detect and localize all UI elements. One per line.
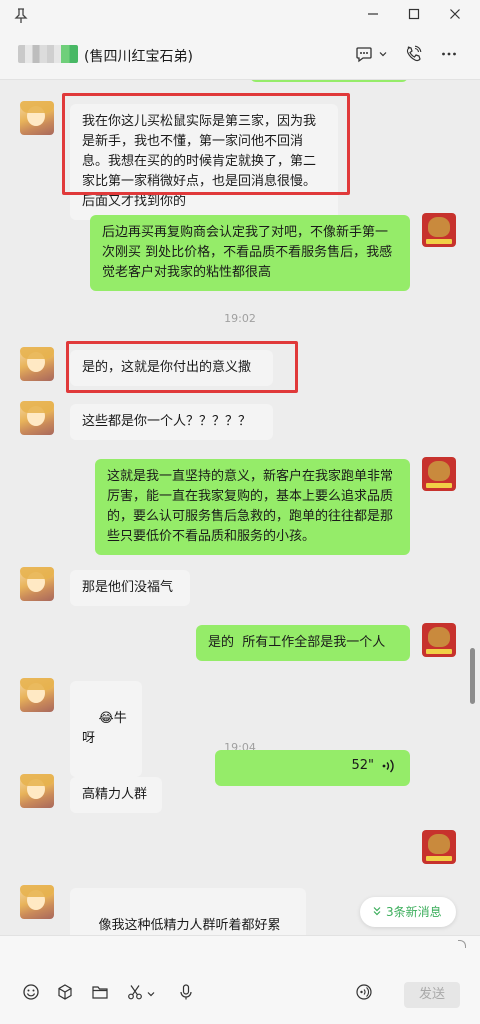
emoji-icon[interactable] [20,983,42,1005]
composer: 发送 [0,935,480,1024]
chat-bubble-icon[interactable] [355,45,373,67]
phone-call-icon[interactable] [404,45,422,67]
contact-avatar[interactable] [20,678,54,712]
contact-name-blurred [18,45,78,63]
message-bubble[interactable]: 高精力人群 [70,777,162,813]
voice-duration: 52" [351,758,374,773]
microphone-icon[interactable] [175,983,197,1005]
message-text: 像我这种低精力人群听着都好累 [98,918,281,933]
contact-avatar[interactable] [20,401,54,435]
contact-avatar[interactable] [20,567,54,601]
pin-icon[interactable] [14,8,28,24]
my-avatar[interactable] [422,457,456,491]
close-button[interactable] [444,7,466,27]
favorites-box-icon[interactable] [54,983,76,1005]
message-bubble[interactable]: 是的 所有工作全部是我一个人 [196,625,410,661]
contact-avatar[interactable] [20,101,54,135]
more-options-icon[interactable] [440,45,458,67]
contact-avatar[interactable] [20,885,54,919]
message-input[interactable] [10,938,470,978]
double-chevron-down-icon [372,898,382,928]
timestamp: 19:02 [224,312,256,325]
message-bubble[interactable]: 那是他们没福气 [70,570,190,606]
new-messages-button[interactable]: 3条新消息 [360,897,456,927]
chat-header: (售四川红宝石弟) [0,34,480,80]
highlight-box [62,93,350,195]
voice-message[interactable]: 52" [215,750,410,786]
laughing-emoji-icon: 😂 [98,711,114,726]
folder-icon[interactable] [89,983,111,1005]
voice-wave-icon [382,758,396,778]
message-bubble[interactable]: 这就是我一直坚持的意义，新客户在我家跑单非常厉害，能一直在我家复购的，基本上要么… [95,459,410,555]
contact-avatar[interactable] [20,774,54,808]
scrollbar-thumb[interactable] [470,648,475,704]
minimize-button[interactable] [362,7,384,27]
chevron-down-icon[interactable] [378,45,388,67]
message-bubble[interactable]: 这些都是你一个人？？？？？ [70,404,273,440]
contact-avatar[interactable] [20,347,54,381]
new-messages-label: 3条新消息 [386,905,442,919]
voice-input-icon[interactable] [353,983,375,1005]
chevron-down-icon[interactable] [144,983,158,1005]
message-bubble[interactable]: 后边再买再复购商会认定我了对吧，不像新手第一次刚买 到处比价格，不看品质不看服务… [90,215,410,291]
my-avatar[interactable] [422,623,456,657]
my-avatar[interactable] [422,213,456,247]
chat-title: (售四川红宝石弟) [84,49,193,65]
window-titlebar [0,0,480,34]
message-list[interactable]: 我在你这儿买松鼠实际是第三家，因为我是新手，我也不懂，第一家问他不回消息。我想在… [0,80,480,935]
message-bubble[interactable]: 像我这种低精力人群听着都好累😂 [70,888,306,935]
send-button[interactable]: 发送 [404,982,460,1008]
maximize-button[interactable] [403,7,425,27]
message-bubble[interactable]: 😂牛呀 [70,681,142,777]
previous-message-bubble [250,80,408,82]
highlight-box [66,341,298,393]
my-avatar[interactable] [422,830,456,864]
scissors-icon[interactable] [124,983,146,1005]
